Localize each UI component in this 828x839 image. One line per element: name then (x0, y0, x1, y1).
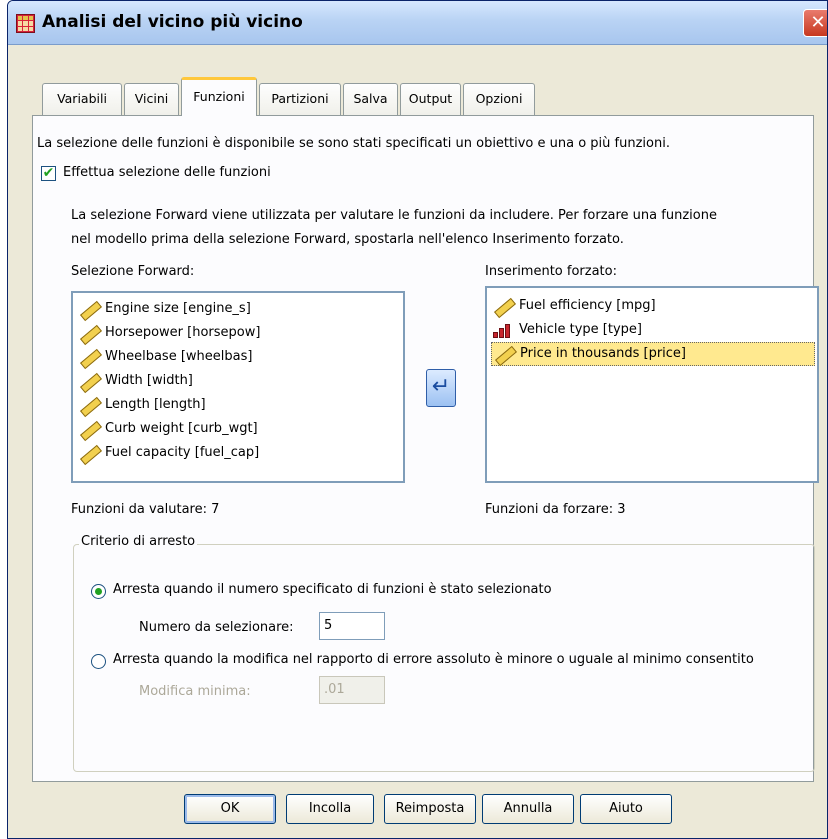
functions-panel: La selezione delle funzioni è disponibil… (32, 115, 819, 782)
close-button[interactable]: ✕ (803, 9, 827, 37)
forced-entry-list[interactable]: Fuel efficiency [mpg] Vehicle type [type… (485, 286, 819, 483)
forced-count-value: 3 (617, 502, 626, 517)
list-item[interactable]: Horsepower [horsepow] (79, 321, 260, 345)
list-item[interactable]: Vehicle type [type] (493, 318, 642, 342)
stop-at-number-radio[interactable] (91, 584, 106, 599)
tab-salva[interactable]: Salva (343, 83, 398, 115)
tab-vicini[interactable]: Vicini (124, 83, 179, 115)
nominal-bars-icon (493, 322, 513, 338)
tab-partizioni[interactable]: Partizioni (259, 83, 341, 115)
tab-opzioni[interactable]: Opzioni (463, 83, 535, 115)
scale-ruler-icon (493, 298, 513, 314)
forward-selection-list[interactable]: Engine size [engine_s] Horsepower [horse… (71, 291, 405, 483)
nearest-neighbor-dialog: Analisi del vicino più vicino ✕ Variabil… (7, 0, 828, 839)
number-to-select-label: Numero da selezionare: (139, 620, 294, 635)
help-button[interactable]: Aiuto (580, 794, 672, 824)
ok-button[interactable]: OK (184, 794, 276, 824)
forced-count-label: Funzioni da forzare: 3 (485, 502, 626, 517)
move-to-forced-button[interactable]: ↵ (426, 369, 456, 407)
list-item[interactable]: Width [width] (79, 369, 193, 393)
scale-ruler-icon (79, 421, 99, 437)
title-bar[interactable]: Analisi del vicino più vicino ✕ (8, 1, 827, 45)
spss-table-icon (16, 14, 35, 33)
list-item[interactable]: Fuel efficiency [mpg] (493, 294, 656, 318)
stop-at-min-change-label: Arresta quando la modifica nel rapporto … (113, 652, 754, 667)
list-item[interactable]: Fuel capacity [fuel_cap] (79, 441, 259, 465)
scale-ruler-icon (79, 373, 99, 389)
cancel-button[interactable]: Annulla (482, 794, 574, 824)
scale-ruler-icon (79, 397, 99, 413)
number-to-select-input[interactable]: 5 (319, 612, 385, 640)
list-item[interactable]: Curb weight [curb_wgt] (79, 417, 258, 441)
list-item[interactable]: Wheelbase [wheelbas] (79, 345, 252, 369)
window-title: Analisi del vicino più vicino (42, 12, 303, 32)
min-change-label: Modifica minima: (139, 684, 251, 699)
tab-output[interactable]: Output (400, 83, 461, 115)
stop-at-number-label: Arresta quando il numero specificato di … (113, 582, 552, 597)
scale-ruler-icon (494, 346, 514, 362)
list-item[interactable]: Price in thousands [price] (491, 342, 815, 366)
forward-list-label: Selezione Forward: (71, 264, 195, 279)
forward-count-label: Funzioni da valutare: 7 (71, 502, 220, 517)
perform-selection-checkbox[interactable]: ✔ (41, 166, 56, 181)
paste-button[interactable]: Incolla (286, 794, 374, 824)
forced-list-label: Inserimento forzato: (485, 264, 617, 279)
list-item[interactable]: Engine size [engine_s] (79, 297, 251, 321)
stopping-criterion-legend: Criterio di arresto (79, 534, 198, 549)
tab-variabili[interactable]: Variabili (42, 83, 122, 115)
perform-selection-label: Effettua selezione delle funzioni (63, 165, 271, 180)
reset-button[interactable]: Reimposta (384, 794, 476, 824)
description-line-1: La selezione Forward viene utilizzata pe… (71, 208, 717, 223)
description-line-2: nel modello prima della selezione Forwar… (71, 232, 624, 247)
tab-funzioni[interactable]: Funzioni (181, 77, 257, 116)
scale-ruler-icon (79, 445, 99, 461)
scale-ruler-icon (79, 301, 99, 317)
min-change-input[interactable]: .01 (319, 676, 385, 704)
info-text: La selezione delle funzioni è disponibil… (37, 136, 670, 151)
stop-at-min-change-radio[interactable] (91, 654, 106, 669)
scale-ruler-icon (79, 349, 99, 365)
list-item[interactable]: Length [length] (79, 393, 206, 417)
forward-count-value: 7 (211, 502, 220, 517)
scale-ruler-icon (79, 325, 99, 341)
